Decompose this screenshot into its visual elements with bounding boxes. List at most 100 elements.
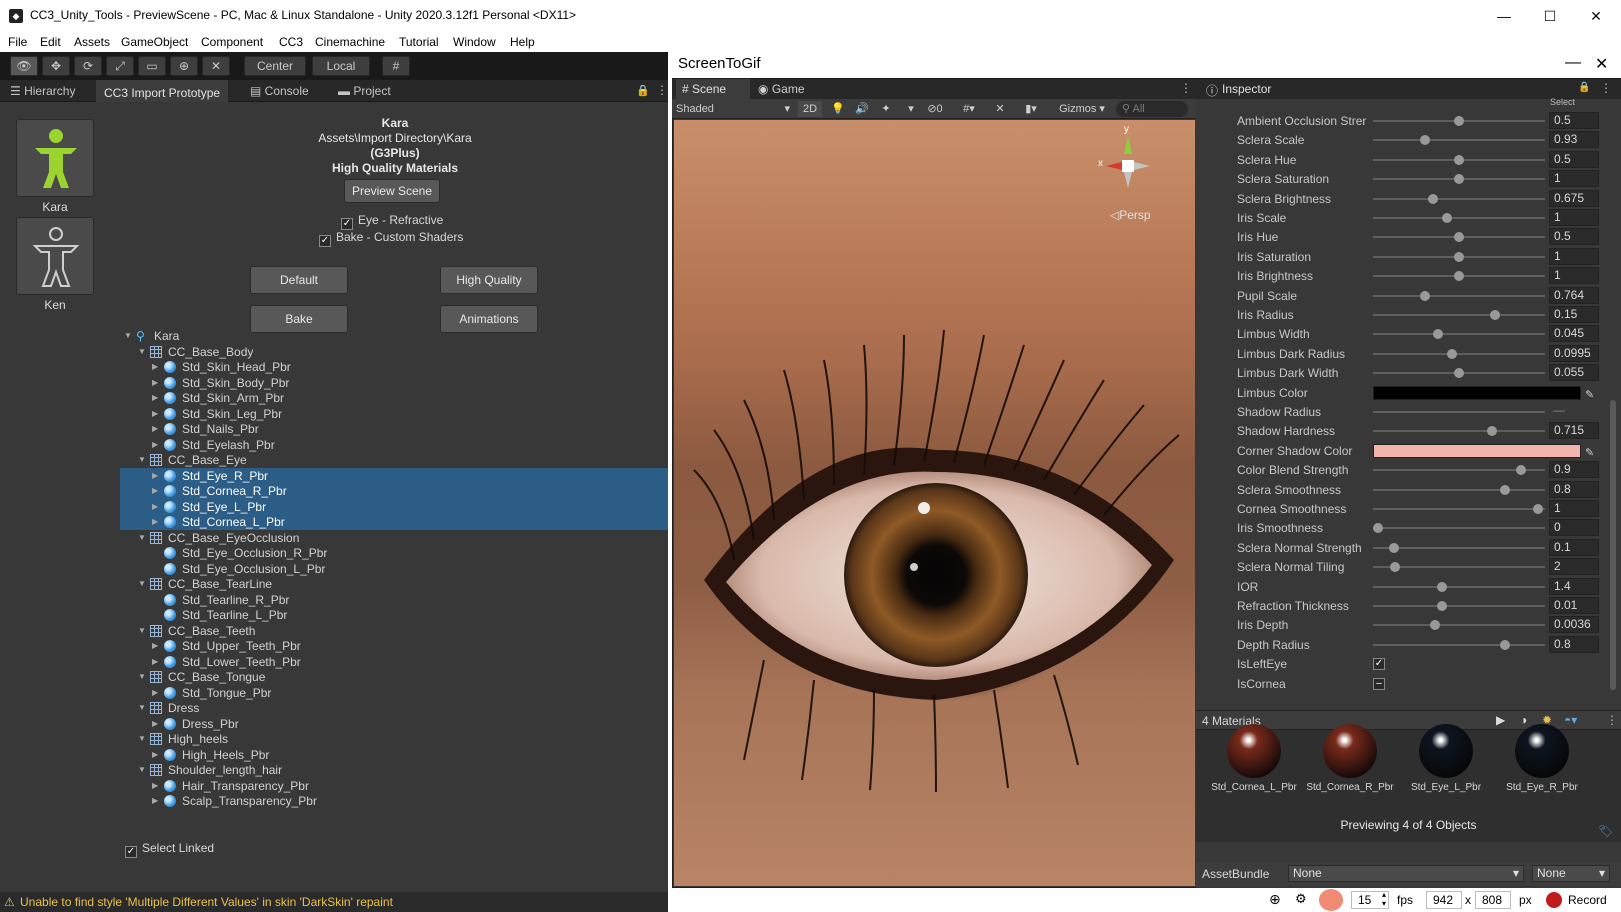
- tools-toggle-icon[interactable]: ✕: [990, 101, 1010, 117]
- tree-item[interactable]: Std_Eye_Occlusion_R_Pbr: [120, 545, 668, 561]
- property-checkbox[interactable]: –: [1373, 677, 1385, 690]
- effects-dropdown-icon[interactable]: ▾: [904, 101, 918, 117]
- lighting-toggle-icon[interactable]: 💡: [828, 101, 848, 117]
- slider-handle[interactable]: [1454, 368, 1464, 379]
- slider-handle[interactable]: [1429, 620, 1440, 631]
- tree-item[interactable]: ▶ Std_Tongue_Pbr: [120, 685, 668, 701]
- menu-edit[interactable]: Edit: [40, 34, 61, 49]
- color-swatch[interactable]: [1373, 443, 1581, 458]
- property-value-input[interactable]: 0.675: [1549, 189, 1599, 207]
- toggle-2d-button[interactable]: 2D: [798, 101, 822, 117]
- crosshair-icon[interactable]: ⊕: [1269, 891, 1281, 908]
- preview-menu-icon[interactable]: ⋮: [1606, 713, 1618, 727]
- material-sphere[interactable]: [1323, 724, 1377, 778]
- slider-handle[interactable]: [1390, 562, 1401, 573]
- slider-track[interactable]: [1373, 411, 1545, 413]
- tree-item[interactable]: ▶ Std_Nails_Pbr: [120, 421, 668, 437]
- slider-handle[interactable]: [1454, 232, 1464, 243]
- slider-handle[interactable]: [1486, 426, 1497, 437]
- expand-arrow-icon[interactable]: ▼: [138, 762, 148, 778]
- slider-handle[interactable]: [1454, 271, 1464, 282]
- expand-arrow-icon[interactable]: ▼: [138, 530, 148, 546]
- tree-item[interactable]: ▼ High_heels: [120, 731, 668, 747]
- tree-item[interactable]: ▶ Std_Skin_Head_Pbr: [120, 359, 668, 375]
- collapse-arrow-icon[interactable]: ▶: [152, 468, 162, 484]
- collapse-arrow-icon[interactable]: ▶: [152, 359, 162, 375]
- bake-custom-shaders-checkbox[interactable]: ✓ Bake - Custom Shaders: [319, 230, 463, 247]
- move-tool-icon[interactable]: ✥: [42, 56, 70, 76]
- property-value-input[interactable]: 0.15: [1549, 306, 1599, 323]
- slider-handle[interactable]: [1373, 523, 1384, 534]
- property-value-input[interactable]: 0.764: [1549, 286, 1599, 304]
- menu-cinemachine[interactable]: Cinemachine: [315, 34, 385, 49]
- slider-track[interactable]: [1373, 197, 1545, 200]
- slider-handle[interactable]: [1454, 174, 1464, 185]
- tree-item[interactable]: ▶ Hair_Transparency_Pbr: [120, 778, 668, 794]
- slider-track[interactable]: [1373, 508, 1545, 510]
- preview-mesh-dropdown[interactable]: ◓▾: [1564, 713, 1577, 727]
- character-avatar-kara[interactable]: [16, 119, 94, 197]
- slider-track[interactable]: [1373, 585, 1545, 588]
- collapse-arrow-icon[interactable]: ▶: [152, 375, 162, 391]
- slider-handle[interactable]: [1490, 310, 1501, 320]
- scene-menu-icon[interactable]: ⋮: [1180, 81, 1192, 95]
- slider-track[interactable]: [1373, 333, 1545, 336]
- tree-item[interactable]: ▼ CC_Base_Tongue: [120, 669, 668, 685]
- tree-item[interactable]: ▶ Std_Lower_Teeth_Pbr: [120, 654, 668, 670]
- property-value-input[interactable]: 0.9: [1549, 461, 1599, 479]
- effects-toggle-icon[interactable]: ✦: [876, 101, 896, 117]
- tree-item[interactable]: ▼ CC_Base_Eye: [120, 452, 668, 468]
- grid-toggle-icon[interactable]: #▾: [952, 101, 986, 117]
- slider-handle[interactable]: [1419, 135, 1430, 146]
- slider-track[interactable]: [1373, 643, 1545, 646]
- property-value-input[interactable]: 0.01: [1549, 597, 1599, 614]
- tree-item[interactable]: ▶ Std_Skin_Body_Pbr: [120, 375, 668, 391]
- select-linked-checkbox[interactable]: ✓ Select Linked: [125, 841, 214, 858]
- tree-item[interactable]: ▶ Std_Eye_R_Pbr: [120, 467, 668, 484]
- property-value-input[interactable]: 0: [1549, 519, 1599, 537]
- slider-handle[interactable]: [1500, 639, 1511, 650]
- property-value-input[interactable]: 1: [1549, 267, 1599, 285]
- tab-menu-icon[interactable]: ⋮: [656, 83, 668, 97]
- scene-viewport[interactable]: y x ◁Persp: [674, 120, 1195, 886]
- property-value-input[interactable]: 2: [1549, 558, 1599, 576]
- property-value-input[interactable]: 0.8: [1549, 480, 1599, 498]
- eyedropper-icon[interactable]: ✎: [1585, 444, 1594, 462]
- collapse-arrow-icon[interactable]: ▶: [152, 390, 162, 406]
- tree-item[interactable]: ▼ CC_Base_TearLine: [120, 576, 668, 592]
- slider-handle[interactable]: [1454, 251, 1464, 262]
- slider-track[interactable]: [1373, 624, 1545, 627]
- tag-icon[interactable]: 🏷: [1598, 824, 1613, 838]
- settings-icon[interactable]: ⚙: [1295, 891, 1307, 907]
- property-value-input[interactable]: 0.5: [1549, 228, 1599, 246]
- minimize-button[interactable]: —: [1481, 4, 1527, 28]
- default-button[interactable]: Default: [250, 266, 348, 294]
- tree-item[interactable]: ▶ Std_Skin_Leg_Pbr: [120, 406, 668, 422]
- collapse-arrow-icon[interactable]: ▶: [152, 499, 162, 515]
- slider-handle[interactable]: [1433, 329, 1444, 340]
- assetbundle-variant-dropdown[interactable]: None ▾: [1532, 865, 1610, 882]
- tree-item[interactable]: Std_Tearline_R_Pbr: [120, 592, 668, 608]
- collapse-arrow-icon[interactable]: ▶: [152, 778, 162, 794]
- property-value-input[interactable]: 1.4: [1549, 577, 1599, 595]
- slider-handle[interactable]: [1533, 504, 1544, 514]
- slider-handle[interactable]: [1436, 601, 1447, 611]
- property-value-input[interactable]: 0.0995: [1549, 344, 1599, 362]
- slider-handle[interactable]: [1515, 465, 1526, 476]
- collapse-arrow-icon[interactable]: ▶: [152, 514, 162, 530]
- preview-scene-button[interactable]: Preview Scene: [344, 179, 440, 203]
- material-sphere[interactable]: [1419, 724, 1473, 778]
- height-input[interactable]: 808: [1475, 891, 1511, 909]
- high-quality-button[interactable]: High Quality: [440, 266, 538, 294]
- tree-item[interactable]: Std_Tearline_L_Pbr: [120, 607, 668, 623]
- tab-game[interactable]: ◉ Game: [758, 79, 805, 99]
- slider-handle[interactable]: [1500, 484, 1511, 495]
- close-icon[interactable]: ✕: [1595, 54, 1608, 74]
- scene-gizmo[interactable]: y x: [1098, 124, 1158, 190]
- slider-handle[interactable]: [1436, 581, 1447, 592]
- slider-handle[interactable]: [1447, 348, 1458, 359]
- eyedropper-icon[interactable]: ✎: [1585, 386, 1594, 404]
- property-value-input[interactable]: 0.055: [1549, 364, 1599, 382]
- expand-arrow-icon[interactable]: ▼: [138, 452, 148, 468]
- tree-item[interactable]: ▶ Dress_Pbr: [120, 716, 668, 732]
